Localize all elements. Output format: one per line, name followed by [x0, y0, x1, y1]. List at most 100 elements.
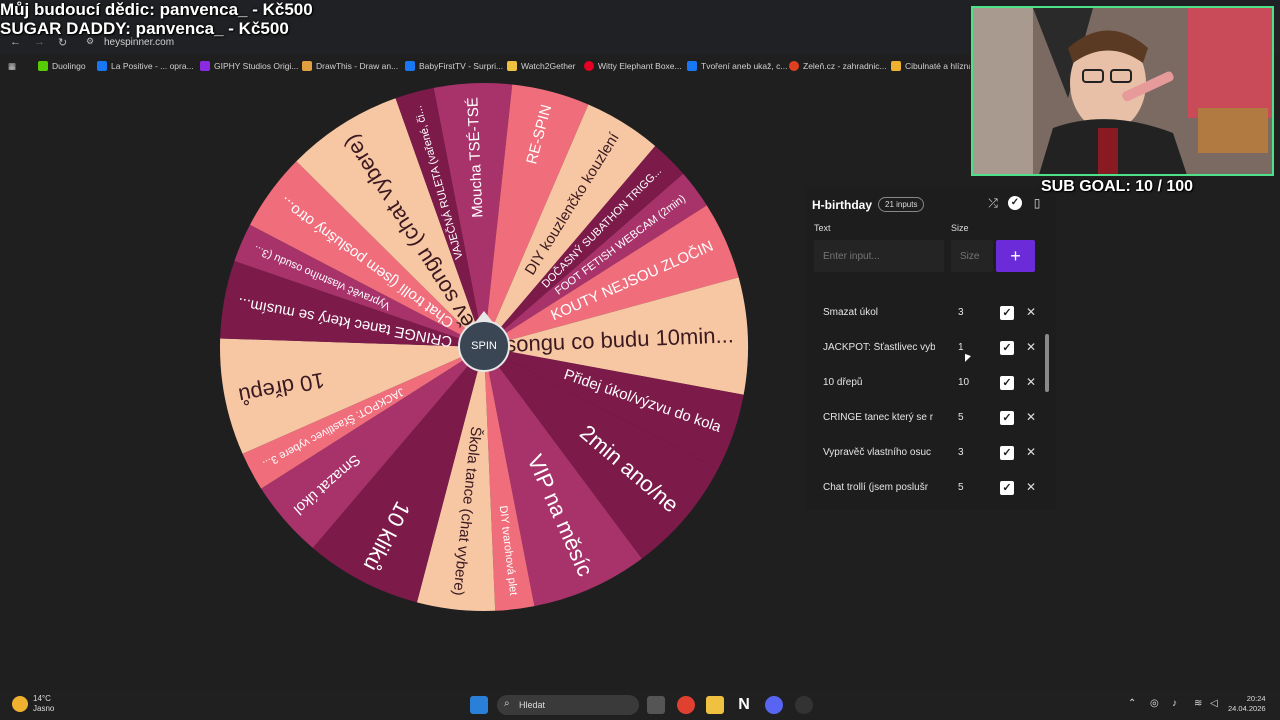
giphy-icon: [200, 61, 210, 71]
entry-size[interactable]: 3: [958, 307, 964, 318]
bookmark-item[interactable]: GIPHY Studios Origi...: [200, 61, 298, 71]
network-icon[interactable]: ◎: [1150, 698, 1159, 709]
shuffle-icon[interactable]: ⤮: [986, 196, 1000, 210]
bookmark-label: DrawThis - Draw an...: [316, 61, 399, 71]
mic-icon[interactable]: ♪: [1172, 698, 1177, 709]
bookmark-label: Watch2Gether: [521, 61, 576, 71]
list-item: CRINGE tanec který se r 5 ✓ ✕: [806, 403, 1056, 435]
entry-label[interactable]: Chat trollí (jsem poslušr: [823, 482, 935, 493]
url-bar[interactable]: heyspinner.com: [104, 37, 174, 48]
donation-overlay: Můj budoucí dědic: panvenca_ - Kč500 SUG…: [0, 0, 313, 38]
file-explorer-icon[interactable]: [706, 696, 724, 714]
windows-start-icon[interactable]: [470, 696, 488, 714]
entry-size[interactable]: 3: [958, 447, 964, 458]
list-item: JACKPOT: Šťastlivec vyb 1 ✓ ✕: [806, 333, 1056, 365]
entry-label[interactable]: JACKPOT: Šťastlivec vyb: [823, 342, 935, 353]
entry-size[interactable]: 5: [958, 412, 964, 423]
list-item: Smazat úkol 3 ✓ ✕: [806, 298, 1056, 330]
chrome-icon[interactable]: [677, 696, 695, 714]
weather-temp: 14°C: [33, 694, 51, 703]
bookmark-item[interactable]: DrawThis - Draw an...: [302, 61, 398, 71]
entry-size[interactable]: 10: [958, 377, 969, 388]
add-entry-button[interactable]: +: [996, 240, 1035, 272]
delete-icon[interactable]: ✕: [1026, 375, 1036, 389]
bookmark-label: La Positive - ... opra...: [111, 61, 194, 71]
delete-icon[interactable]: ✕: [1026, 410, 1036, 424]
webcam-image: [973, 8, 1272, 174]
clock-date: 24.04.2026: [1228, 704, 1266, 713]
entry-size[interactable]: 1: [958, 342, 964, 353]
taskbar-clock[interactable]: 20:24 24.04.2026: [1228, 694, 1266, 714]
bookmark-item[interactable]: Duolingo: [38, 61, 86, 71]
enable-checkbox[interactable]: ✓: [1000, 376, 1014, 390]
overlay-line-1: Můj budoucí dědic: panvenca_ - Kč500: [0, 0, 313, 19]
entry-size-input[interactable]: [951, 240, 993, 272]
enable-checkbox[interactable]: ✓: [1000, 481, 1014, 495]
enable-checkbox[interactable]: ✓: [1000, 446, 1014, 460]
obs-icon[interactable]: [795, 696, 813, 714]
notion-icon[interactable]: N: [735, 696, 753, 714]
enable-checkbox[interactable]: ✓: [1000, 411, 1014, 425]
bookmark-item[interactable]: Tvoření aneb ukaž, c...: [687, 61, 787, 71]
bookmark-item[interactable]: Witty Elephant Boxe...: [584, 61, 682, 71]
text-column-header: Text: [814, 223, 831, 233]
sub-goal-label: SUB GOAL: 10 / 100: [1041, 178, 1194, 195]
bookmark-label: Witty Elephant Boxe...: [598, 61, 682, 71]
bookmark-label: Zeleň.cz - zahradnic...: [803, 61, 887, 71]
facebook-icon: [405, 61, 415, 71]
entry-label[interactable]: CRINGE tanec který se r: [823, 412, 935, 423]
pinterest-icon: [584, 61, 594, 71]
bookmark-label: Tvoření aneb ukaž, c...: [701, 61, 788, 71]
weather-widget[interactable]: 14°C Jasno: [33, 694, 54, 714]
bookmark-item[interactable]: BabyFirstTV - Surpri...: [405, 61, 503, 71]
bookmark-label: GIPHY Studios Origi...: [214, 61, 299, 71]
bookmark-item[interactable]: Zeleň.cz - zahradnic...: [789, 61, 887, 71]
entries-panel: H-birthday 21 inputs ⤮ ✓ ▯ Text Size + S…: [806, 188, 1056, 510]
volume-icon[interactable]: ◁: [1210, 698, 1218, 709]
clipboard-icon[interactable]: ▯: [1030, 196, 1044, 210]
discord-icon[interactable]: [765, 696, 783, 714]
delete-icon[interactable]: ✕: [1026, 480, 1036, 494]
inputs-count-badge: 21 inputs: [878, 197, 925, 212]
size-column-header: Size: [951, 223, 969, 233]
zelen-icon: [789, 61, 799, 71]
delete-icon[interactable]: ✕: [1026, 340, 1036, 354]
delete-icon[interactable]: ✕: [1026, 445, 1036, 459]
moon-weather-icon[interactable]: [12, 696, 28, 712]
list-item: Chat trollí (jsem poslušr 5 ✓ ✕: [806, 473, 1056, 505]
entry-label[interactable]: Smazat úkol: [823, 307, 935, 318]
mouse-cursor: [965, 353, 971, 365]
bookmark-label: BabyFirstTV - Surpri...: [419, 61, 504, 71]
bookmark-icon: [891, 61, 901, 71]
search-icon: ⌕: [504, 698, 510, 709]
entry-list-scrollbar[interactable]: [1045, 334, 1049, 392]
enable-checkbox[interactable]: ✓: [1000, 306, 1014, 320]
bookmark-item[interactable]: La Positive - ... opra...: [97, 61, 194, 71]
enable-checkbox[interactable]: ✓: [1000, 341, 1014, 355]
list-item: Vypravěč vlastního osuc 3 ✓ ✕: [806, 438, 1056, 470]
check-all-icon[interactable]: ✓: [1008, 196, 1022, 210]
wheel-title[interactable]: H-birthday: [812, 198, 872, 212]
entry-text-input[interactable]: [814, 240, 944, 272]
bookmark-label: Duolingo: [52, 61, 86, 71]
bookmark-item[interactable]: Cibulnaté a hlíznat...: [891, 61, 970, 71]
weather-desc: Jasno: [33, 704, 55, 713]
facebook-icon: [97, 61, 107, 71]
delete-icon[interactable]: ✕: [1026, 305, 1036, 319]
bookmark-label: Cibulnaté a hlíznat...: [905, 61, 970, 71]
entry-label[interactable]: 10 dřepů: [823, 377, 935, 388]
wifi-icon[interactable]: ≋: [1194, 698, 1202, 709]
apps-icon[interactable]: ▦: [8, 61, 16, 72]
task-view-icon[interactable]: [647, 696, 665, 714]
overlay-line-2: SUGAR DADDY: panvenca_ - Kč500: [0, 19, 289, 38]
spin-button[interactable]: SPIN: [458, 320, 510, 372]
entry-size[interactable]: 5: [958, 482, 964, 493]
bookmark-item[interactable]: Watch2Gether: [507, 61, 576, 71]
tray-chevron-icon[interactable]: ⌃: [1128, 698, 1136, 709]
facebook-icon: [687, 61, 697, 71]
list-item: 10 dřepů 10 ✓ ✕: [806, 368, 1056, 400]
bookmark-icon: [38, 61, 48, 71]
drawthis-icon: [302, 61, 312, 71]
entry-label[interactable]: Vypravěč vlastního osuc: [823, 447, 935, 458]
taskbar-search[interactable]: ⌕ Hledat: [497, 695, 639, 715]
